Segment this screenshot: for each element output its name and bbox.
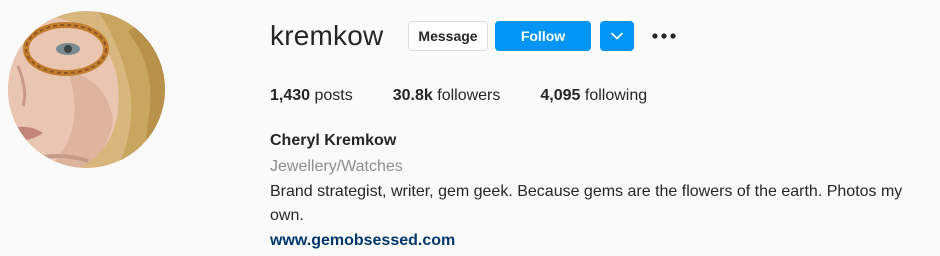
followers-count: 30.8k	[392, 87, 433, 104]
avatar-photo	[8, 11, 165, 168]
posts-label: posts	[314, 87, 353, 104]
follow-button[interactable]: Follow	[495, 21, 591, 51]
more-options-button[interactable]	[650, 21, 678, 51]
message-button[interactable]: Message	[408, 21, 488, 51]
posts-stat: 1,430 posts	[270, 86, 353, 106]
full-name: Cheryl Kremkow	[270, 132, 397, 149]
following-stat[interactable]: 4,095 following	[540, 86, 647, 106]
username: kremkow	[270, 20, 384, 51]
following-count: 4,095	[540, 87, 581, 104]
website-link[interactable]: www.gemobsessed.com	[270, 231, 455, 251]
profile-stats: 1,430 posts 30.8k followers 4,095 follow…	[270, 86, 687, 106]
followers-stat[interactable]: 30.8k followers	[393, 86, 501, 106]
posts-count: 1,430	[270, 87, 311, 104]
followers-label: followers	[437, 87, 501, 104]
following-label: following	[584, 87, 648, 104]
more-options-icon	[652, 33, 676, 39]
profile-category: Jewellery/Watches	[270, 158, 403, 175]
suggested-accounts-button[interactable]	[600, 21, 634, 51]
chevron-down-icon	[611, 32, 623, 40]
avatar[interactable]	[8, 11, 165, 168]
bio-text: Brand strategist, writer, gem geek. Beca…	[270, 183, 903, 224]
